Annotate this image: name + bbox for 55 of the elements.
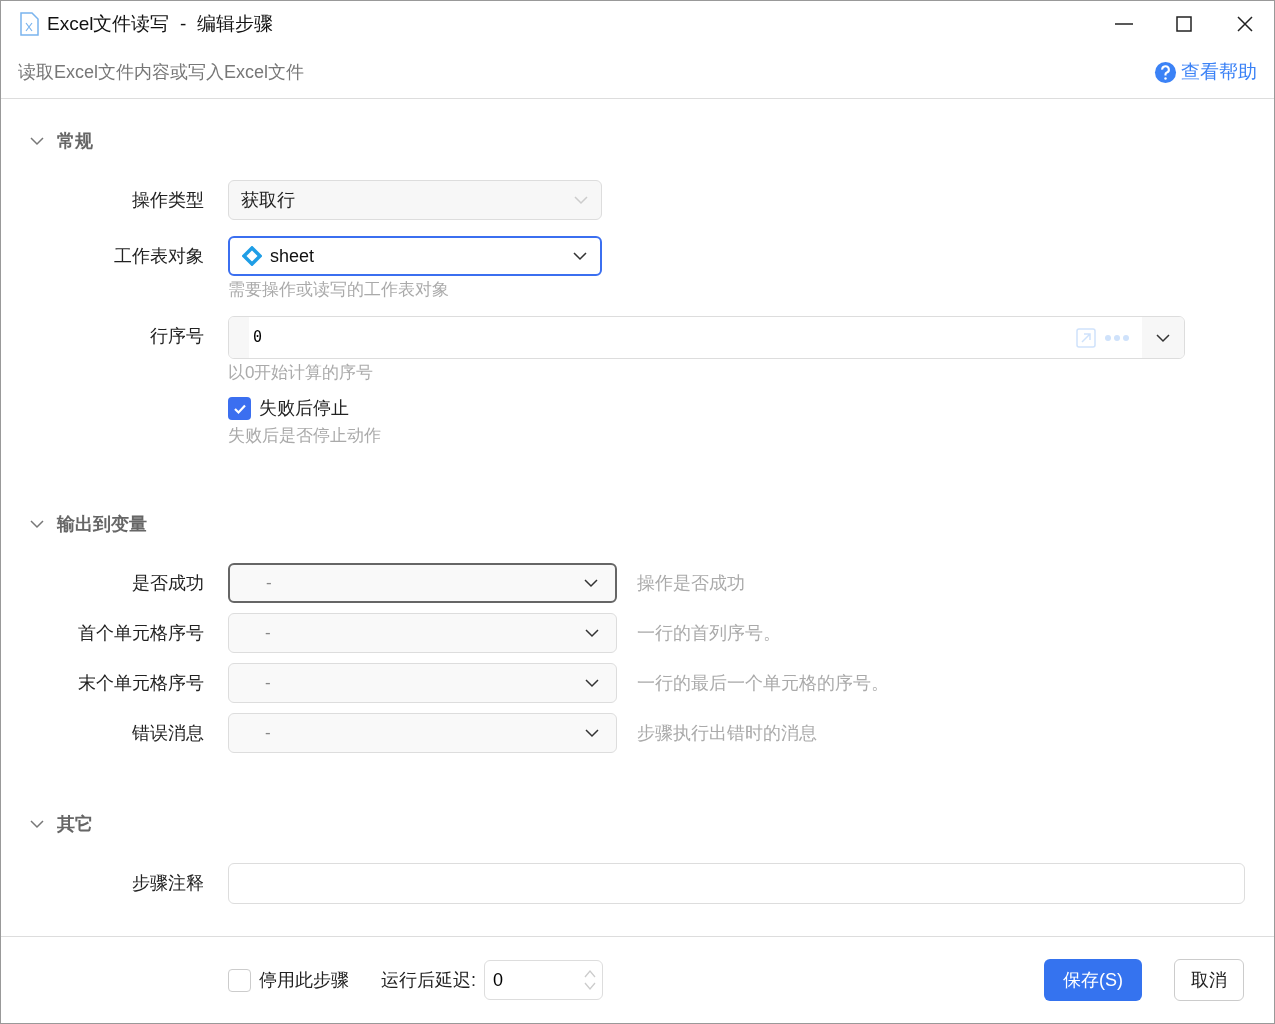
save-button[interactable]: 保存(S) [1044, 959, 1142, 1001]
field-label: 错误消息 [132, 721, 204, 745]
field-label: 首个单元格序号 [78, 621, 204, 645]
chevron-down-icon [572, 251, 588, 261]
chevron-down-icon [584, 678, 600, 688]
delay-label: 运行后延迟: [381, 968, 476, 992]
field-label: 步骤注释 [132, 871, 204, 895]
field-label: 末个单元格序号 [78, 671, 204, 695]
close-icon[interactable] [1237, 16, 1253, 32]
dropdown-field[interactable]: sheet [228, 236, 602, 276]
more-icon[interactable] [1104, 333, 1130, 342]
checkbox-label[interactable]: 停用此步骤 [259, 966, 349, 994]
section-title[interactable]: 常规 [57, 127, 93, 155]
document-icon [19, 12, 39, 36]
maximize-icon[interactable] [1176, 16, 1192, 32]
chevron-down-icon [584, 728, 600, 738]
expression-field[interactable]: 0 [228, 316, 1185, 359]
minimize-icon[interactable] [1115, 23, 1133, 25]
field-label: 操作类型 [132, 188, 204, 212]
field-label: 是否成功 [132, 571, 204, 595]
help-icon [1154, 61, 1177, 84]
checkbox[interactable] [228, 968, 251, 992]
variable-dropdown[interactable]: - [228, 663, 617, 703]
section-title[interactable]: 其它 [57, 810, 93, 838]
field-label: 行序号 [150, 324, 204, 348]
field-description: 操作是否成功 [637, 571, 745, 595]
checkbox[interactable] [228, 397, 251, 420]
chevron-icon[interactable] [29, 819, 45, 829]
comment-field[interactable] [228, 863, 1245, 904]
delay-spinner-field[interactable]: 0 [484, 960, 603, 1000]
field-description: 一行的最后一个单元格的序号。 [637, 671, 889, 695]
chevron-icon[interactable] [29, 136, 45, 146]
cancel-button[interactable]: 取消 [1174, 959, 1244, 1001]
dropdown-toggle[interactable] [1142, 317, 1184, 358]
help-link[interactable]: 查看帮助 [1154, 58, 1257, 87]
variable-dropdown[interactable]: - [228, 613, 617, 653]
chevron-down-icon [584, 628, 600, 638]
field-hint: 以0开始计算的序号 [228, 363, 374, 383]
field-description: 一行的首列序号。 [637, 621, 781, 645]
chevron-down-icon [583, 578, 599, 588]
expand-icon[interactable] [1076, 327, 1096, 348]
dialog-subtitle: 读取Excel文件内容或写入Excel文件 [18, 61, 306, 84]
window-title: Excel文件读写 - 编辑步骤 [47, 11, 274, 36]
chevron-icon[interactable] [29, 519, 45, 529]
field-hint: 需要操作或读写的工作表对象 [228, 280, 449, 300]
chevron-down-icon [1155, 332, 1171, 343]
field-description: 步骤执行出错时的消息 [637, 721, 817, 745]
field-hint: 失败后是否停止动作 [228, 426, 381, 446]
field-label: 工作表对象 [114, 244, 204, 268]
section-title[interactable]: 输出到变量 [57, 510, 147, 538]
variable-dropdown[interactable]: - [228, 563, 617, 603]
chevron-down-icon [573, 195, 589, 205]
diamond-icon [242, 246, 262, 266]
checkbox-label[interactable]: 失败后停止 [259, 395, 349, 422]
variable-dropdown[interactable]: - [228, 713, 617, 753]
